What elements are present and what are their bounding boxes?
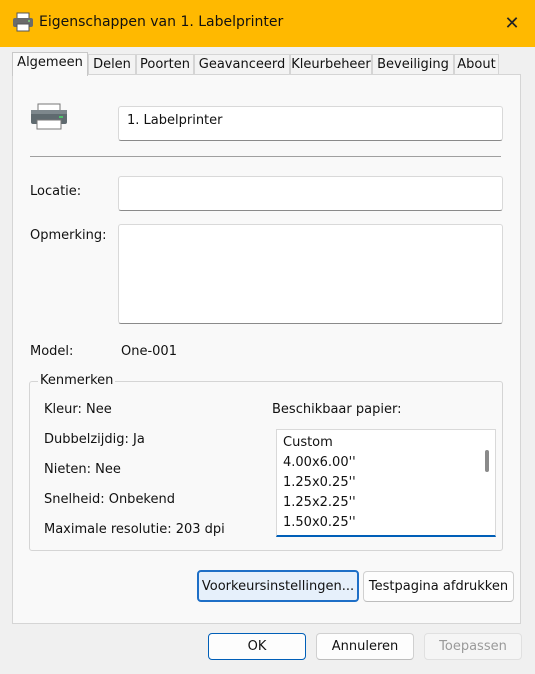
- paper-label: Beschikbaar papier:: [272, 402, 402, 417]
- paper-list[interactable]: Custom 4.00x6.00'' 1.25x0.25'' 1.25x2.25…: [276, 429, 496, 537]
- features-group: Kenmerken Kleur: Nee Dubbelzijdig: Ja Ni…: [29, 373, 503, 551]
- scrollbar-thumb[interactable]: [485, 450, 489, 472]
- tab-delen[interactable]: Delen: [88, 54, 136, 74]
- ok-button[interactable]: OK: [208, 633, 306, 660]
- location-field[interactable]: [118, 176, 503, 211]
- print-test-page-button[interactable]: Testpagina afdrukken: [363, 571, 514, 602]
- list-item[interactable]: Custom: [277, 433, 495, 453]
- list-item[interactable]: 4.00x6.00'': [277, 453, 495, 473]
- printer-icon: [31, 103, 67, 130]
- model-label: Model:: [30, 344, 74, 359]
- tab-algemeen[interactable]: Algemeen: [12, 52, 88, 76]
- tab-geavanceerd[interactable]: Geavanceerd: [194, 54, 290, 74]
- close-icon[interactable]: ✕: [489, 0, 535, 47]
- feature-color: Kleur: Nee: [44, 402, 112, 417]
- feature-max-resolution: Maximale resolutie: 203 dpi: [44, 522, 225, 537]
- tab-about[interactable]: About: [454, 54, 499, 74]
- feature-staple: Nieten: Nee: [44, 462, 121, 477]
- feature-duplex: Dubbelzijdig: Ja: [44, 432, 145, 447]
- features-legend: Kenmerken: [38, 373, 116, 388]
- dialog-footer: OK Annuleren Toepassen: [0, 624, 535, 674]
- printer-name-field[interactable]: 1. Labelprinter: [118, 106, 503, 141]
- list-item[interactable]: 1.25x0.25'': [277, 473, 495, 493]
- divider: [30, 156, 501, 157]
- title-bar: Eigenschappen van 1. Labelprinter ✕: [0, 0, 535, 47]
- comment-label: Opmerking:: [30, 228, 107, 243]
- list-item[interactable]: 1.50x0.25'': [277, 513, 495, 533]
- printer-icon: [13, 12, 33, 32]
- comment-field[interactable]: [118, 224, 503, 324]
- tab-beveiliging[interactable]: Beveiliging: [372, 54, 454, 74]
- tab-kleurbeheer[interactable]: Kleurbeheer: [290, 54, 372, 74]
- model-value: One-001: [121, 344, 177, 359]
- preferences-button[interactable]: Voorkeursinstellingen...: [197, 570, 359, 602]
- window-title: Eigenschappen van 1. Labelprinter: [39, 14, 284, 30]
- feature-speed: Snelheid: Onbekend: [44, 492, 175, 507]
- general-tab-panel: 1. Labelprinter Locatie: Opmerking: Mode…: [12, 74, 521, 624]
- list-item[interactable]: 1.25x2.25'': [277, 493, 495, 513]
- location-label: Locatie:: [30, 184, 82, 199]
- apply-button[interactable]: Toepassen: [424, 633, 522, 660]
- scrollbar[interactable]: [478, 432, 492, 534]
- tab-poorten[interactable]: Poorten: [136, 54, 194, 74]
- cancel-button[interactable]: Annuleren: [316, 633, 414, 660]
